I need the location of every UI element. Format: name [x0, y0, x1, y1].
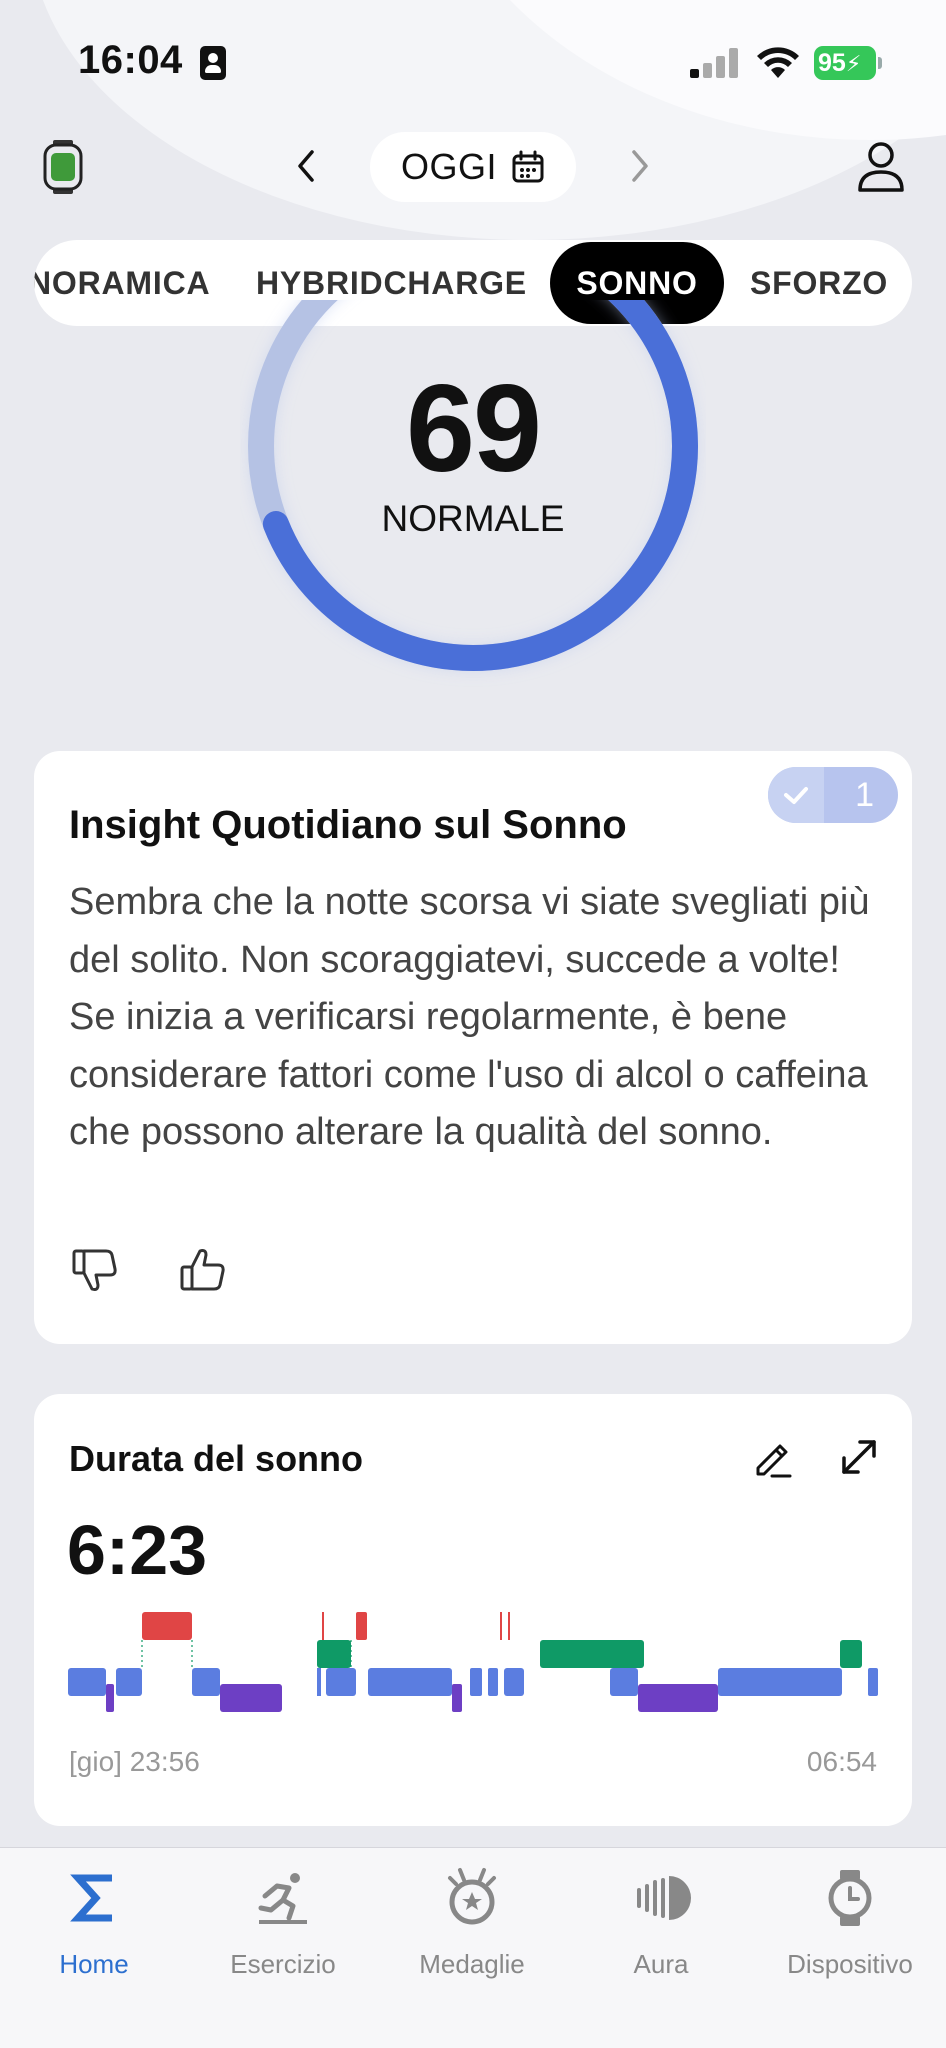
- bottom-navigation: Home Esercizio Medaglie Aura Dispositivo: [0, 1847, 946, 2048]
- hypnogram-light-segment: [192, 1668, 220, 1696]
- hypnogram-awake-segment: [356, 1612, 367, 1640]
- date-selector[interactable]: OGGI: [370, 132, 576, 202]
- sleep-score-value: 69: [406, 360, 542, 498]
- hypnogram-light-segment: [116, 1668, 142, 1696]
- sleep-duration-title: Durata del sonno: [69, 1438, 364, 1479]
- hypnogram-deep-segment: [452, 1684, 462, 1712]
- watch-icon: [828, 1870, 872, 1926]
- sleep-duration-card: Durata del sonno 6:23 [gio] 23:56 06:54: [34, 1394, 912, 1826]
- profile-icon[interactable]: [856, 140, 906, 194]
- insight-badge-count: 1: [855, 776, 874, 814]
- hypnogram-light-segment: [718, 1668, 842, 1696]
- tab-panoramica[interactable]: NORAMICA: [34, 240, 210, 326]
- hypnogram-light-segment: [868, 1668, 878, 1696]
- hypnogram-light-segment: [68, 1668, 106, 1696]
- sigma-icon: [70, 1874, 112, 1922]
- nav-aura-label: Aura: [633, 1949, 689, 1979]
- insight-badge[interactable]: 1: [768, 767, 898, 823]
- hypnogram-light-segment: [504, 1668, 524, 1696]
- status-time: 16:04: [78, 38, 183, 82]
- hypnogram-rem-segment: [840, 1640, 862, 1668]
- check-icon: [784, 787, 808, 804]
- next-day-button[interactable]: [624, 146, 654, 186]
- previous-day-button[interactable]: [292, 146, 322, 186]
- wifi-icon: [757, 47, 799, 78]
- nav-medaglie[interactable]: Medaglie: [392, 1866, 552, 1980]
- hypnogram-light-segment: [470, 1668, 482, 1696]
- nav-esercizio[interactable]: Esercizio: [203, 1866, 363, 1980]
- hypnogram-light-segment: [317, 1668, 321, 1696]
- hypnogram-awake-segment: [322, 1612, 324, 1640]
- battery-indicator: 95⚡: [814, 46, 882, 80]
- hypnogram-deep-segment: [638, 1684, 718, 1712]
- hypnogram-awake-segment: [142, 1612, 192, 1640]
- hypnogram-awake-segment: [508, 1612, 510, 1640]
- edit-icon[interactable]: [750, 1434, 796, 1480]
- calendar-icon: [512, 150, 544, 183]
- hypnogram-deep-segment: [106, 1684, 114, 1712]
- hypnogram-deep-segment: [220, 1684, 282, 1712]
- sleep-hypnogram: [68, 1612, 878, 1712]
- tab-sforzo[interactable]: SFORZO: [750, 240, 888, 326]
- hypnogram-light-segment: [326, 1668, 356, 1696]
- nav-home[interactable]: Home: [14, 1866, 174, 1980]
- runner-icon: [258, 1873, 307, 1924]
- aura-icon: [637, 1876, 691, 1920]
- contact-card-icon: [200, 46, 226, 80]
- hypnogram-rem-segment: [317, 1640, 351, 1668]
- thumbs-down-icon[interactable]: [70, 1245, 120, 1295]
- nav-dispositivo[interactable]: Dispositivo: [770, 1866, 930, 1980]
- daily-insight-card: 1 Insight Quotidiano sul Sonno Sembra ch…: [34, 751, 912, 1344]
- hypnogram-rem-segment: [540, 1640, 644, 1668]
- insight-title: Insight Quotidiano sul Sonno: [69, 803, 627, 847]
- hypnogram-light-segment: [610, 1668, 638, 1696]
- expand-icon[interactable]: [836, 1434, 882, 1480]
- sleep-start-time: [gio] 23:56: [69, 1746, 200, 1777]
- thumbs-up-icon[interactable]: [178, 1245, 228, 1295]
- hypnogram-light-segment: [488, 1668, 498, 1696]
- sleep-duration-value: 6:23: [67, 1511, 208, 1589]
- sleep-end-time: 06:54: [806, 1746, 877, 1777]
- nav-aura[interactable]: Aura: [581, 1866, 741, 1980]
- sleep-score-label: NORMALE: [381, 498, 565, 539]
- device-watch-icon[interactable]: [42, 140, 84, 194]
- nav-home-label: Home: [59, 1949, 129, 1979]
- nav-esercizio-label: Esercizio: [230, 1949, 336, 1979]
- date-label: OGGI: [400, 146, 497, 187]
- status-bar: 16:04 95⚡: [0, 0, 946, 120]
- battery-level: 95: [818, 49, 846, 77]
- medal-icon: [448, 1868, 496, 1925]
- hypnogram-light-segment: [368, 1668, 452, 1696]
- hypnogram-awake-segment: [500, 1612, 502, 1640]
- nav-dispositivo-label: Dispositivo: [787, 1949, 913, 1979]
- nav-medaglie-label: Medaglie: [419, 1949, 525, 1979]
- insight-body: Sembra che la notte scorsa vi siate sveg…: [69, 881, 870, 1153]
- cellular-signal-icon: [690, 48, 740, 78]
